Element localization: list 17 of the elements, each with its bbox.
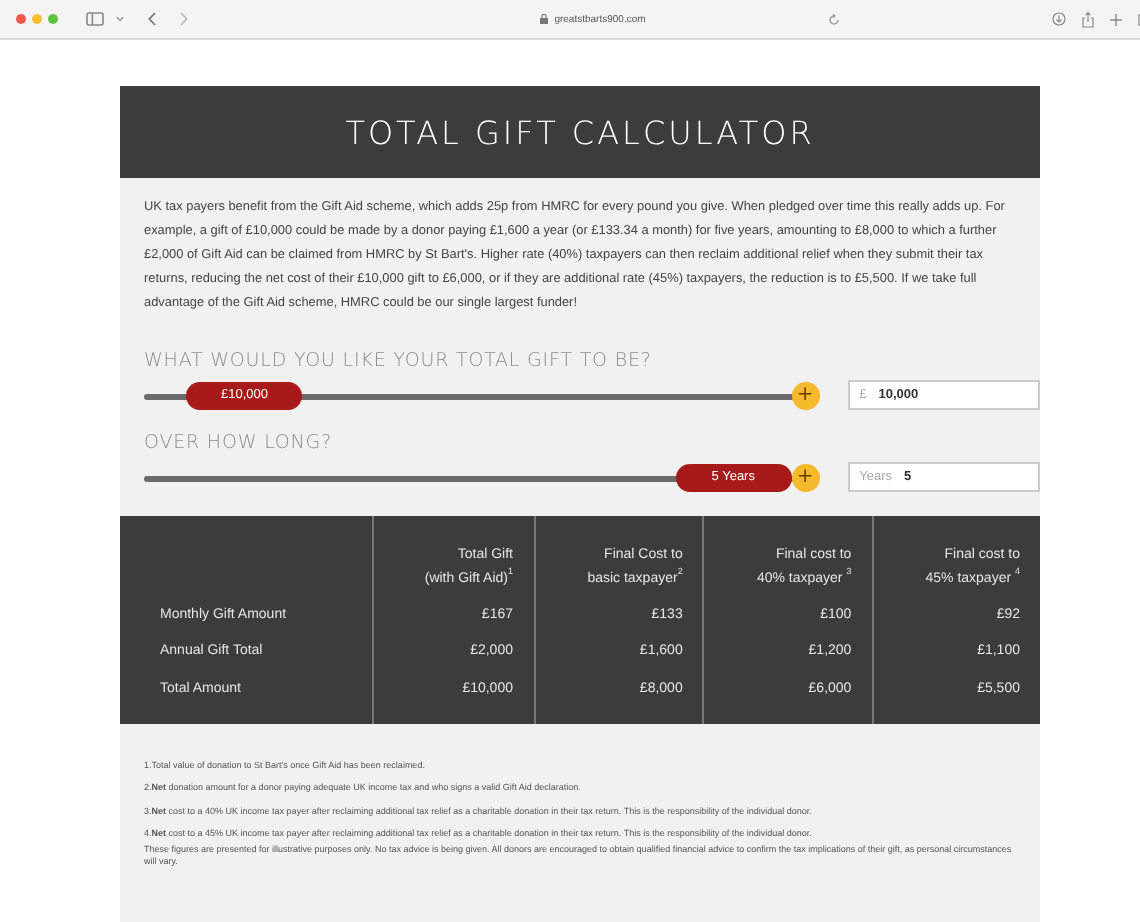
share-icon[interactable] xyxy=(1082,11,1094,27)
plus-icon[interactable] xyxy=(1110,13,1122,25)
back-icon[interactable] xyxy=(148,12,156,26)
question-label: OVER HOW LONG? xyxy=(144,432,333,454)
zoom-window-button[interactable] xyxy=(48,14,58,24)
chevron-down-icon[interactable] xyxy=(116,16,124,22)
question-label: WHAT WOULD YOU LIKE YOUR TOTAL GIFT TO BE? xyxy=(144,350,652,372)
sidebar-icon[interactable] xyxy=(86,12,104,26)
increase-button[interactable]: + xyxy=(791,463,820,491)
minimize-window-button[interactable] xyxy=(32,14,42,24)
forward-icon[interactable] xyxy=(180,12,188,26)
page-title: TOTAL GIFT CALCULATOR xyxy=(345,113,815,151)
reload-icon[interactable] xyxy=(827,13,840,25)
lock-icon xyxy=(540,14,549,24)
download-icon[interactable] xyxy=(1052,12,1066,26)
increase-button[interactable]: + xyxy=(791,381,820,409)
close-window-button[interactable] xyxy=(16,14,26,24)
